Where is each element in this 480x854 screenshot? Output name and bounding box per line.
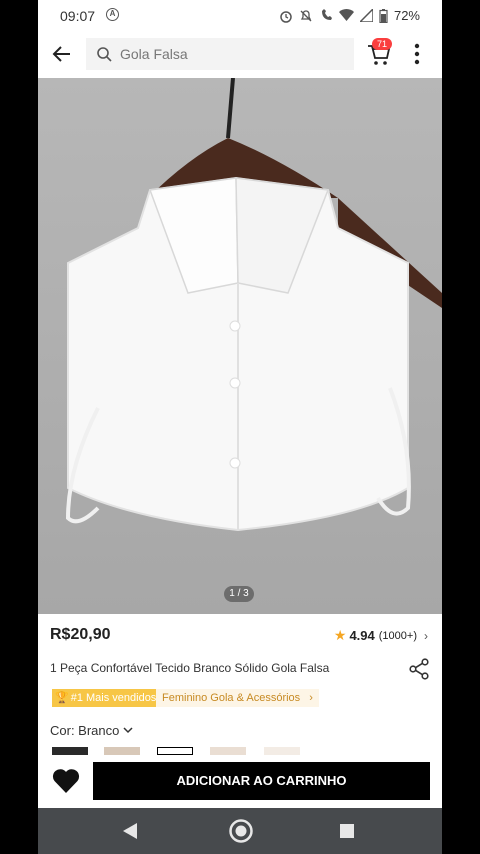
- wifi-icon: [338, 9, 354, 21]
- status-bar: 09:07 A 72%: [38, 0, 442, 32]
- rating-summary[interactable]: ★ 4.94 (1000+) ›: [334, 627, 428, 644]
- add-to-cart-button[interactable]: ADICIONAR AO CARRINHO: [93, 762, 430, 800]
- trophy-icon: 🏆: [55, 692, 69, 704]
- best-seller-badge: 🏆 #1 Mais vendidos: [52, 689, 161, 707]
- back-arrow-icon[interactable]: [50, 42, 74, 66]
- color-label: Cor: Branco: [50, 723, 120, 738]
- search-icon: [97, 47, 112, 62]
- cart-count-badge: 71: [372, 38, 392, 50]
- star-icon: ★: [333, 627, 347, 643]
- category-label: Feminino Gola & Acessórios: [162, 692, 301, 704]
- color-swatch[interactable]: [104, 747, 140, 755]
- alarm-icon: [280, 10, 292, 23]
- color-swatch[interactable]: [52, 747, 88, 755]
- search-bar[interactable]: Gola Falsa: [86, 38, 354, 70]
- search-input[interactable]: Gola Falsa: [120, 46, 188, 62]
- nav-back-icon[interactable]: [122, 822, 138, 840]
- heart-icon[interactable]: [52, 768, 80, 794]
- rating-count: (1000+): [378, 629, 417, 642]
- battery-icon: [379, 8, 388, 23]
- chevron-right-icon: ›: [424, 628, 428, 643]
- nav-home-icon[interactable]: [228, 818, 254, 844]
- wifi-call-icon: [321, 8, 332, 20]
- status-icons: 72%: [279, 8, 420, 23]
- rating-score: 4.94: [349, 628, 375, 643]
- signal-icon: [359, 9, 373, 22]
- product-photo-collar: [65, 77, 442, 532]
- best-seller-label: #1 Mais vendidos: [70, 692, 157, 704]
- system-nav-bar: [38, 808, 442, 854]
- product-title: 1 Peça Confortável Tecido Branco Sólido …: [50, 661, 330, 675]
- color-swatch[interactable]: [210, 747, 246, 755]
- status-time: 09:07: [60, 8, 96, 24]
- color-swatch[interactable]: [157, 747, 193, 755]
- chevron-right-icon: ›: [309, 692, 313, 704]
- color-swatch-list: [52, 747, 432, 755]
- notification-a-icon: A: [106, 8, 119, 21]
- color-selector[interactable]: Cor: Branco: [50, 723, 133, 738]
- share-icon[interactable]: [408, 658, 430, 680]
- app-screen: 09:07 A 72% Gola Falsa 71 1 / 3 R$20,90 …: [38, 0, 442, 854]
- top-bar: Gola Falsa 71: [38, 34, 442, 76]
- battery-percent: 72%: [393, 8, 420, 23]
- color-swatch[interactable]: [264, 747, 300, 755]
- more-options-icon[interactable]: [410, 42, 424, 66]
- bottom-action-bar: ADICIONAR AO CARRINHO: [38, 756, 442, 808]
- product-price: R$20,90: [50, 626, 111, 643]
- mute-icon: [300, 9, 312, 21]
- category-link[interactable]: Feminino Gola & Acessórios ›: [156, 689, 319, 707]
- image-counter: 1 / 3: [224, 586, 254, 602]
- nav-recent-apps-icon[interactable]: [340, 824, 354, 838]
- chevron-down-icon: [123, 727, 133, 734]
- product-image[interactable]: [38, 77, 442, 614]
